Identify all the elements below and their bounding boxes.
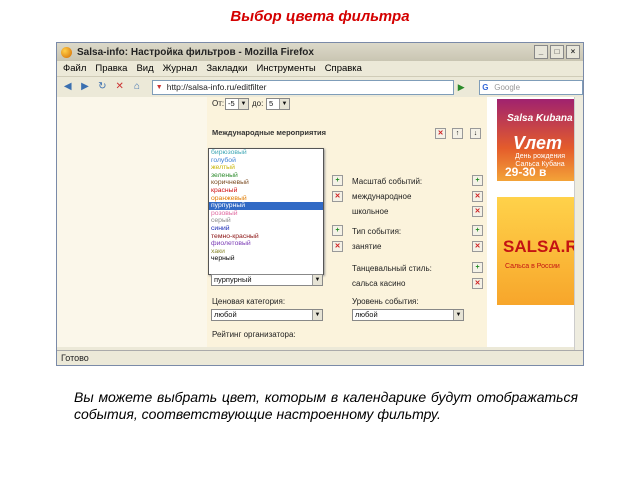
type-item: занятие xyxy=(352,242,382,251)
back-icon[interactable]: ◀ xyxy=(61,80,74,94)
forward-icon[interactable]: ▶ xyxy=(78,80,91,94)
to-select[interactable]: 5 ▼ xyxy=(266,98,290,110)
dance-item: сальса касино xyxy=(352,279,406,288)
level-select[interactable]: любой ▼ xyxy=(352,309,464,321)
firefox-icon xyxy=(61,46,72,58)
search-placeholder: Google xyxy=(494,82,521,92)
delete-filter-icon[interactable]: ✕ xyxy=(435,128,446,139)
section-title: Международные мероприятия xyxy=(212,128,327,137)
window-titlebar: Salsa-info: Настройка фильтров - Mozilla… xyxy=(57,43,583,61)
filter-form: От: -5 ▼ до: 5 ▼ Международные мероприятия… xyxy=(207,97,487,347)
add-type-icon[interactable]: + xyxy=(472,225,483,236)
menubar: Файл Правка Вид Журнал Закладки Инструме… xyxy=(57,61,583,77)
chevron-down-icon: ▼ xyxy=(312,275,322,285)
stop-icon[interactable]: ✕ xyxy=(113,80,126,94)
page-content: От: -5 ▼ до: 5 ▼ Международные мероприятия… xyxy=(57,97,583,347)
price-select[interactable]: любой ▼ xyxy=(211,309,323,321)
ad1-headline: Vлет xyxy=(513,133,562,153)
menu-edit[interactable]: Правка xyxy=(95,63,127,74)
chevron-down-icon: ▼ xyxy=(238,99,248,109)
add-scale-icon[interactable]: + xyxy=(472,175,483,186)
remove-icon[interactable]: ✕ xyxy=(332,191,343,202)
navigation-toolbar: ◀ ▶ ↻ ✕ ⌂ http://salsa-info.ru/editfilte… xyxy=(57,77,583,97)
color-option[interactable]: коричневый xyxy=(209,179,323,187)
menu-tools[interactable]: Инструменты xyxy=(256,63,315,74)
to-label: до: xyxy=(252,99,264,108)
move-up-icon[interactable]: ↑ xyxy=(452,128,463,139)
add-icon[interactable]: + xyxy=(332,225,343,236)
scale-item: школьное xyxy=(352,207,389,216)
dance-label: Танцевальный стиль: xyxy=(352,264,432,273)
chevron-down-icon: ▼ xyxy=(312,310,322,320)
color-option[interactable]: черный xyxy=(209,255,323,263)
menu-help[interactable]: Справка xyxy=(325,63,362,74)
slide-caption: Вы можете выбрать цвет, которым в календ… xyxy=(74,389,578,422)
remove-scale-icon[interactable]: ✕ xyxy=(472,206,483,217)
window-title: Salsa-info: Настройка фильтров - Mozilla… xyxy=(77,46,314,58)
scale-item: международное xyxy=(352,192,412,201)
menu-bookmarks[interactable]: Закладки xyxy=(206,63,247,74)
menu-history[interactable]: Журнал xyxy=(163,63,198,74)
add-icon[interactable]: + xyxy=(332,175,343,186)
maximize-button[interactable]: □ xyxy=(550,45,564,59)
from-label: От: xyxy=(212,99,225,108)
scale-label: Масштаб событий: xyxy=(352,177,423,186)
ad1-brand: Salsa Kubana xyxy=(507,113,573,124)
left-gutter xyxy=(57,97,207,347)
salsa-kubana-banner[interactable]: Salsa Kubana Vлет День рождения Сальса К… xyxy=(497,99,577,193)
color-dropdown-list[interactable]: бирюзовый голубой желтый зеленый коричневый к… xyxy=(208,148,324,275)
vertical-scrollbar[interactable] xyxy=(574,97,583,351)
home-icon[interactable]: ⌂ xyxy=(130,80,143,94)
level-label: Уровень события: xyxy=(352,297,419,306)
color-select[interactable]: пурпурный ▼ xyxy=(211,274,323,286)
to-value: 5 xyxy=(269,99,274,108)
remove-dance-icon[interactable]: ✕ xyxy=(472,278,483,289)
color-option[interactable]: пурпурный xyxy=(209,202,323,210)
from-select[interactable]: -5 ▼ xyxy=(225,98,249,110)
color-option[interactable]: фиолетовый xyxy=(209,240,323,248)
chevron-down-icon: ▼ xyxy=(453,310,463,320)
browser-window: Salsa-info: Настройка фильтров - Mozilla… xyxy=(56,42,584,366)
color-option[interactable]: темно-красный xyxy=(209,233,323,241)
remove-scale-icon[interactable]: ✕ xyxy=(472,191,483,202)
rating-label: Рейтинг организатора: xyxy=(212,330,296,339)
search-input[interactable]: G Google xyxy=(479,79,583,95)
address-bar[interactable]: http://salsa-info.ru/editfilter xyxy=(151,79,454,95)
type-label: Тип события: xyxy=(352,227,402,236)
ad2-brand: SALSA.RU xyxy=(503,237,584,256)
menu-view[interactable]: Вид xyxy=(136,63,153,74)
status-bar: Готово xyxy=(57,350,583,365)
slide-title: Выбор цвета фильтра xyxy=(230,8,410,25)
add-dance-icon[interactable]: + xyxy=(472,262,483,273)
google-icon: G xyxy=(482,82,489,92)
from-value: -5 xyxy=(228,99,235,108)
color-value: пурпурный xyxy=(214,275,252,284)
move-down-icon[interactable]: ↓ xyxy=(470,128,481,139)
price-value: любой xyxy=(214,310,237,319)
menu-file[interactable]: Файл xyxy=(63,63,86,74)
ad2-subtitle: Сальса в России xyxy=(505,263,560,270)
remove-icon[interactable]: ✕ xyxy=(332,241,343,252)
reload-icon[interactable]: ↻ xyxy=(96,80,109,94)
color-option[interactable]: серый xyxy=(209,217,323,225)
chevron-down-icon: ▼ xyxy=(279,99,289,109)
color-option[interactable]: синий xyxy=(209,225,323,233)
salsa-ru-banner[interactable]: SALSA.RU Сальса в России xyxy=(497,197,583,305)
color-option[interactable]: красный xyxy=(209,187,323,195)
ad1-date: 29-30 в Сочи xyxy=(505,165,547,193)
color-option[interactable]: бирюзовый xyxy=(209,149,323,157)
color-option[interactable]: желтый xyxy=(209,164,323,172)
close-button[interactable]: × xyxy=(566,45,580,59)
go-icon[interactable]: ▶ xyxy=(458,81,469,93)
level-value: любой xyxy=(355,310,378,319)
price-label: Ценовая категория: xyxy=(212,297,286,306)
minimize-button[interactable]: _ xyxy=(534,45,548,59)
remove-type-icon[interactable]: ✕ xyxy=(472,241,483,252)
